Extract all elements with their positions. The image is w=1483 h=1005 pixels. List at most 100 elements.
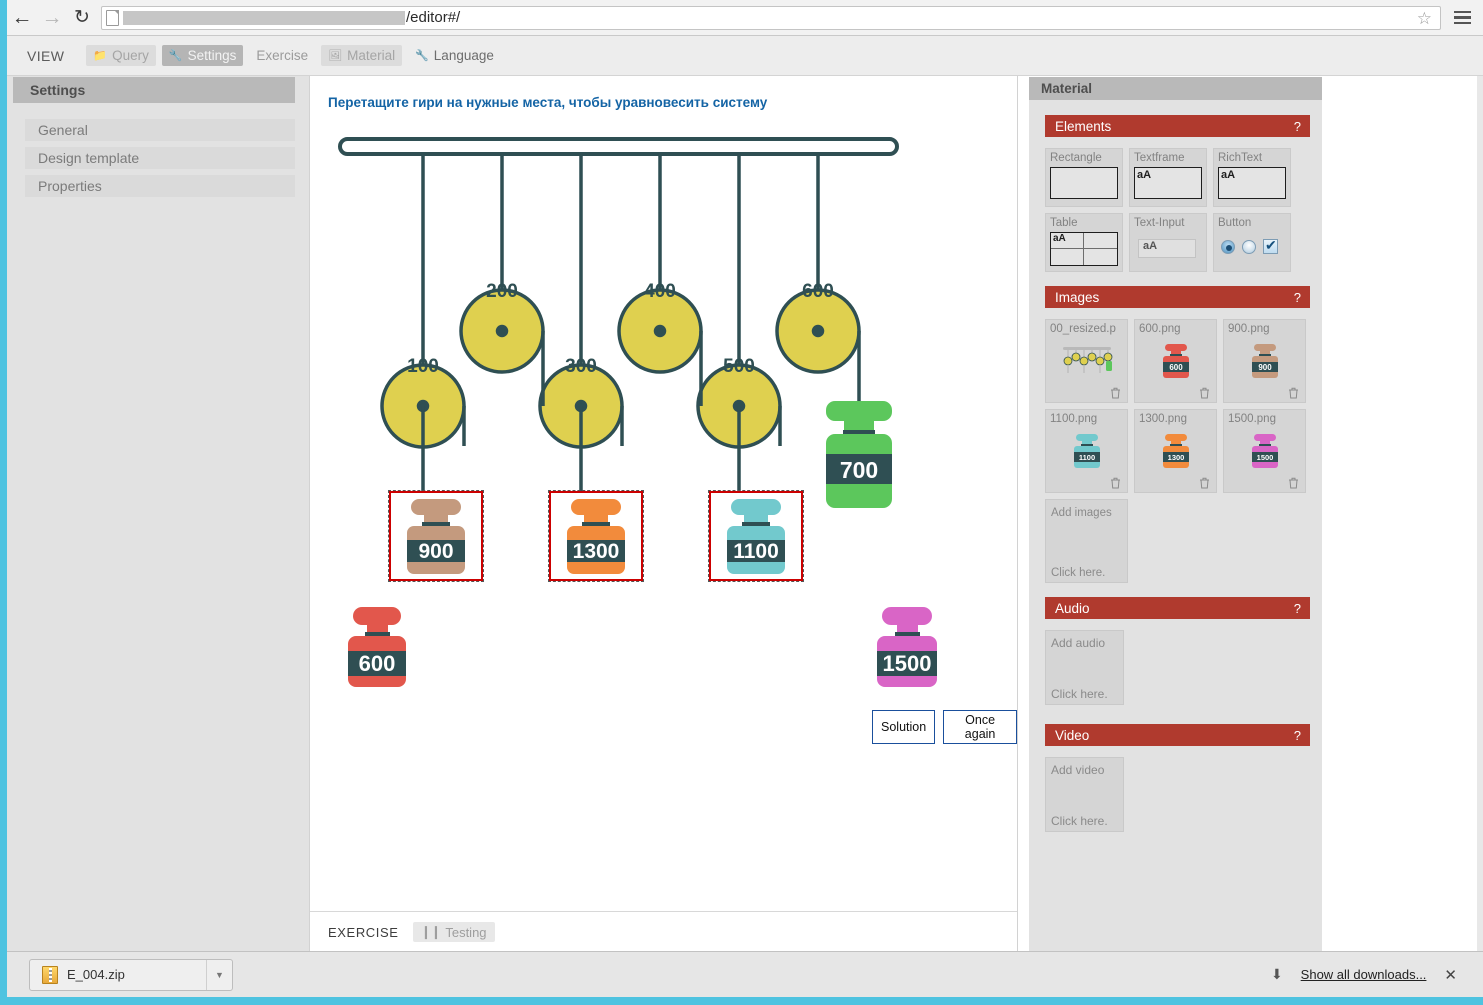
settings-pane: Settings General Design template Propert… (7, 76, 310, 951)
trash-icon[interactable] (1199, 387, 1210, 399)
pulley-label-300: 300 (565, 356, 597, 377)
back-arrow-icon[interactable]: ← (7, 3, 37, 33)
help-icon[interactable]: ? (1294, 601, 1301, 616)
weight-1100[interactable]: 1100 (711, 493, 801, 579)
section-video-header[interactable]: Video ? (1045, 724, 1310, 746)
section-audio-title: Audio (1055, 600, 1090, 616)
zip-file-icon (42, 965, 58, 984)
element-tile-richtext[interactable]: RichText aA (1213, 148, 1291, 207)
tab-settings[interactable]: 🔧 Settings (161, 45, 244, 66)
element-tile-text-input[interactable]: Text-Input aA (1129, 213, 1207, 272)
sidebar-item-general[interactable]: General (25, 119, 295, 141)
weight-900-label: 900 (418, 540, 453, 563)
dropzone-2[interactable]: 1300 (548, 490, 644, 582)
canvas-pane: Перетащите гири на нужные места, чтобы у… (310, 76, 1018, 951)
element-tile-label: RichText (1218, 152, 1263, 164)
address-bar[interactable]: /editor#/ ☆ (101, 5, 1441, 30)
add-video-hint: Click here. (1051, 814, 1108, 828)
close-icon[interactable]: ✕ (1444, 966, 1457, 984)
image-tile-00-resized[interactable]: 00_resized.p (1045, 319, 1128, 403)
reload-icon[interactable]: ↻ (67, 3, 97, 33)
download-item[interactable]: E_004.zip ▼ (29, 958, 233, 991)
app-root: ← → ↻ /editor#/ ☆ VIEW 📁 Query 🔧 Setting… (0, 0, 1483, 1005)
tab-language[interactable]: 🔧 Language (408, 45, 501, 66)
weight-700[interactable]: 700 (826, 401, 892, 508)
url-text: /editor#/ (406, 9, 461, 26)
sidebar-item-properties[interactable]: Properties (25, 175, 295, 197)
table-preview: aA (1050, 232, 1118, 266)
trash-icon[interactable] (1288, 477, 1299, 489)
section-audio-header[interactable]: Audio ? (1045, 597, 1310, 619)
help-icon[interactable]: ? (1294, 728, 1301, 743)
image-tile-1300[interactable]: 1300.png 1300 (1134, 409, 1217, 493)
trash-icon[interactable] (1110, 477, 1121, 489)
solution-button[interactable]: Solution (872, 710, 936, 744)
textframe-preview: aA (1134, 167, 1202, 199)
section-elements-title: Elements (1055, 118, 1112, 134)
vertical-scrollbar[interactable] (1477, 76, 1483, 951)
pulley-label-400: 400 (644, 281, 676, 302)
browser-chrome: ← → ↻ /editor#/ ☆ (7, 0, 1483, 36)
sidebar-item-design-template[interactable]: Design template (25, 147, 295, 169)
add-images-tile[interactable]: Add images Click here. (1045, 499, 1128, 583)
download-bar-actions: ⬇ Show all downloads... ✕ (1271, 966, 1473, 984)
add-video-title: Add video (1051, 763, 1105, 777)
section-images-header[interactable]: Images ? (1045, 286, 1310, 308)
exercise-canvas[interactable]: Перетащите гири на нужные места, чтобы у… (310, 76, 1017, 912)
element-tile-rectangle[interactable]: Rectangle (1045, 148, 1123, 207)
add-video-tile[interactable]: Add video Click here. (1045, 757, 1124, 832)
dropzone-1[interactable]: 900 (388, 490, 484, 582)
hamburger-menu-icon[interactable] (1449, 10, 1475, 25)
element-tile-label: Text-Input (1134, 217, 1185, 229)
element-tile-button[interactable]: Button (1213, 213, 1291, 272)
radio-unselected-icon (1242, 239, 1256, 254)
elements-tiles-row-2: Table aA Text-Input aA Button (1045, 213, 1310, 272)
image-thumb-value: 900 (1258, 363, 1272, 372)
weight-900[interactable]: 900 (391, 493, 481, 579)
testing-button[interactable]: ❙❙ Testing (412, 922, 495, 942)
element-tile-textframe[interactable]: Textframe aA (1129, 148, 1207, 207)
image-tile-1500[interactable]: 1500.png 1500 (1223, 409, 1306, 493)
table-cell (1051, 249, 1084, 265)
settings-header: Settings (13, 77, 295, 103)
image-tile-900[interactable]: 900.png 900 (1223, 319, 1306, 403)
tab-exercise[interactable]: Exercise (249, 45, 315, 66)
settings-list: General Design template Properties (7, 103, 309, 197)
pulley-label-100: 100 (407, 356, 439, 377)
image-thumb-value: 600 (1169, 363, 1183, 372)
exercise-footer-label: EXERCISE (328, 924, 399, 940)
image-thumb-value: 1100 (1078, 453, 1094, 462)
trash-icon[interactable] (1110, 387, 1121, 399)
button-preview (1218, 237, 1286, 254)
add-audio-tile[interactable]: Add audio Click here. (1045, 630, 1124, 705)
image-tile-600[interactable]: 600.png 600 (1134, 319, 1217, 403)
show-all-downloads-link[interactable]: Show all downloads... (1301, 967, 1427, 982)
section-video-title: Video (1055, 727, 1090, 743)
trash-icon[interactable] (1288, 387, 1299, 399)
trash-icon[interactable] (1199, 477, 1210, 489)
tab-settings-label: Settings (187, 48, 237, 63)
image-thumbnail (1046, 339, 1127, 383)
tab-material[interactable]: 🖼 Material (321, 45, 403, 66)
element-tile-table[interactable]: Table aA (1045, 213, 1123, 272)
weight-1300[interactable]: 1300 (551, 493, 641, 579)
weight-600[interactable]: 600 (342, 601, 412, 696)
forward-arrow-icon[interactable]: → (37, 3, 67, 33)
once-again-button[interactable]: Once again (943, 710, 1017, 744)
add-images-hint: Click here. (1051, 567, 1106, 579)
chevron-down-icon[interactable]: ▼ (206, 959, 232, 990)
tab-query[interactable]: 📁 Query (86, 45, 156, 66)
weight-1500[interactable]: 1500 (869, 601, 944, 696)
element-tile-label: Table (1050, 217, 1078, 229)
image-tile-1100[interactable]: 1100.png 1100 (1045, 409, 1128, 493)
section-images-title: Images (1055, 289, 1100, 305)
section-elements-header[interactable]: Elements ? (1045, 115, 1310, 137)
weight-1300-label: 1300 (573, 540, 620, 563)
app-body: Settings General Design template Propert… (7, 76, 1483, 951)
material-content: Elements ? Rectangle Textframe aA RichTe… (1029, 100, 1322, 951)
exercise-title: Перетащите гири на нужные места, чтобы у… (328, 95, 768, 110)
star-icon[interactable]: ☆ (1417, 9, 1432, 28)
help-icon[interactable]: ? (1294, 119, 1301, 134)
help-icon[interactable]: ? (1294, 290, 1301, 305)
dropzone-3[interactable]: 1100 (708, 490, 804, 582)
